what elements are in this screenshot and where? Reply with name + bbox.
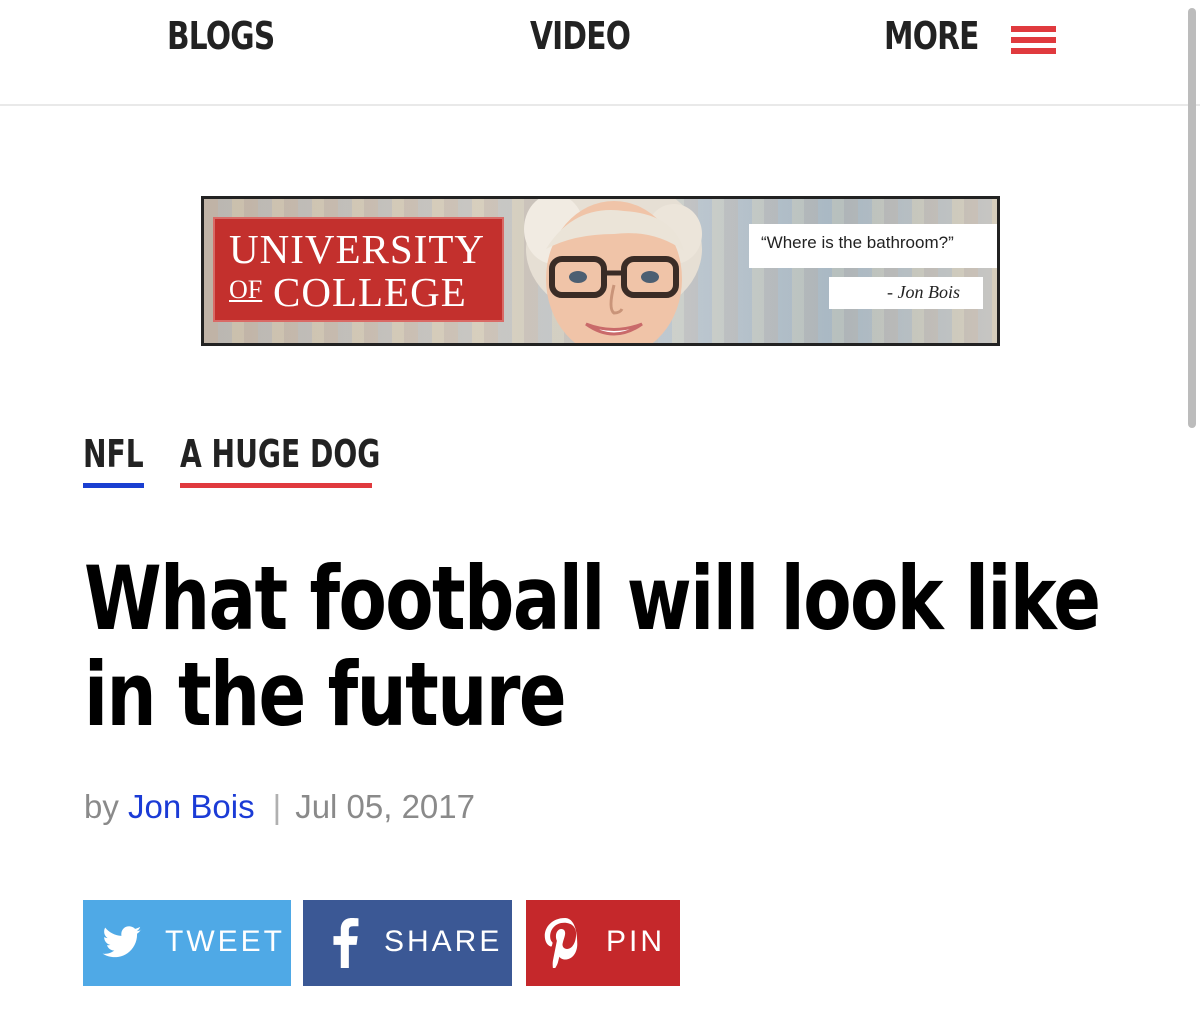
hamburger-bar	[1011, 48, 1056, 54]
logo-line-university: UNIVERSITY	[229, 226, 485, 272]
facebook-share-button[interactable]: SHARE	[303, 900, 512, 986]
pin-label: PIN	[606, 925, 666, 958]
facebook-f-icon	[333, 918, 359, 968]
pinterest-pin-button[interactable]: PIN	[526, 900, 680, 986]
byline: by Jon Bois | Jul 05, 2017	[84, 788, 475, 826]
nav-blogs-link[interactable]: BLOGS	[167, 14, 275, 58]
byline-prefix: by	[84, 788, 119, 825]
author-link[interactable]: Jon Bois	[128, 788, 255, 825]
scrollbar[interactable]	[1184, 0, 1200, 1036]
woman-portrait-image	[524, 199, 702, 343]
hamburger-bar	[1011, 26, 1056, 32]
pinterest-p-icon	[544, 918, 578, 968]
top-navigation: BLOGS VIDEO MORE	[0, 0, 1200, 106]
tag-label: NFL	[83, 432, 144, 476]
share-label: SHARE	[384, 925, 503, 958]
tag-a-huge-dog-underline	[180, 483, 372, 488]
nav-video-link[interactable]: VIDEO	[530, 14, 631, 58]
tag-nfl[interactable]: NFL	[83, 432, 165, 476]
headline-line-2: in the future	[84, 643, 567, 746]
twitter-bird-icon	[102, 926, 142, 958]
ad-banner[interactable]: UNIVERSITY OF COLLEGE “Where is the bath…	[201, 196, 1000, 346]
tag-label: A HUGE DOG	[180, 432, 381, 476]
headline-line-1: What football will look like	[84, 547, 1101, 650]
nav-more-link[interactable]: MORE	[884, 14, 979, 58]
byline-separator: |	[272, 788, 282, 825]
tweet-label: TWEET	[165, 925, 285, 958]
logo-line-college: COLLEGE	[273, 269, 467, 315]
scrollbar-thumb[interactable]	[1188, 8, 1196, 428]
tag-a-huge-dog[interactable]: A HUGE DOG	[180, 432, 451, 476]
publish-date: Jul 05, 2017	[295, 788, 475, 825]
university-logo: UNIVERSITY OF COLLEGE	[213, 217, 504, 322]
tweet-button[interactable]: TWEET	[83, 900, 291, 986]
ad-quote-box: “Where is the bathroom?”	[749, 224, 997, 268]
hamburger-bar	[1011, 37, 1056, 43]
tag-nfl-underline	[83, 483, 144, 488]
logo-of: OF	[229, 275, 263, 304]
ad-attribution: - Jon Bois	[829, 277, 983, 309]
article-headline: What football will look like in the futur…	[84, 551, 1124, 743]
hamburger-menu-icon[interactable]	[1011, 26, 1056, 54]
